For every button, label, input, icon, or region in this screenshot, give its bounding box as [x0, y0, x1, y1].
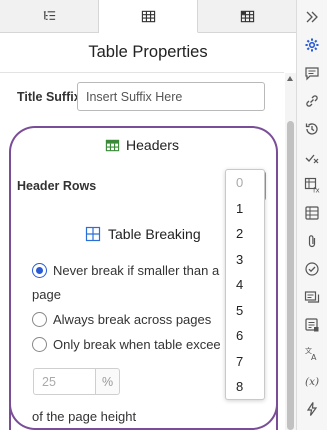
page-title: Table Properties	[0, 33, 284, 73]
break-option-always[interactable]: Always break across pages	[32, 312, 232, 327]
dropdown-option[interactable]: 5	[226, 298, 264, 324]
percent-unit: %	[95, 368, 120, 395]
svg-text:fx: fx	[313, 187, 320, 194]
radio-never-break[interactable]	[32, 263, 47, 278]
table-icon[interactable]	[304, 205, 320, 221]
track-changes-icon[interactable]	[304, 149, 320, 165]
break-option-never[interactable]: Never break if smaller than a	[32, 263, 232, 278]
dropdown-option[interactable]: 7	[226, 349, 264, 375]
table-icon	[141, 10, 155, 22]
dropdown-option[interactable]: 1	[226, 196, 264, 222]
dropdown-option[interactable]: 3	[226, 247, 264, 273]
title-suffix-label: Title Suffix	[17, 90, 81, 104]
radio-only-break[interactable]	[32, 337, 47, 352]
headers-heading-label: Headers	[126, 137, 179, 153]
lightning-icon[interactable]	[304, 401, 320, 417]
header-rows-label: Header Rows	[17, 179, 97, 193]
tab-outline[interactable]	[0, 0, 99, 32]
cards-icon[interactable]	[304, 289, 320, 305]
table-breaking-heading: Table Breaking	[85, 226, 201, 242]
formula-icon[interactable]: fx	[304, 177, 320, 193]
outline-list-icon	[43, 10, 55, 20]
gear-icon[interactable]	[304, 37, 320, 53]
tab-cells[interactable]	[198, 0, 296, 32]
table-break-icon	[85, 226, 101, 242]
headers-heading: Headers	[0, 137, 284, 153]
break-option-exceeds-label: Only break when table excee	[53, 337, 221, 352]
dropdown-option[interactable]: 0	[226, 170, 264, 196]
dropdown-option[interactable]: 6	[226, 323, 264, 349]
comment-icon[interactable]	[304, 65, 320, 81]
tab-strip	[0, 0, 296, 33]
variable-icon[interactable]: (x)	[304, 373, 320, 389]
dropdown-option[interactable]: 8	[226, 374, 264, 399]
svg-text:(x): (x)	[305, 376, 319, 388]
double-chevron-right-icon[interactable]	[304, 9, 320, 25]
table-header-icon	[105, 139, 120, 151]
percent-input[interactable]: 25	[33, 368, 95, 395]
scroll-up-arrow-icon[interactable]	[287, 76, 293, 81]
tab-table[interactable]	[99, 0, 198, 33]
title-suffix-input[interactable]	[77, 82, 265, 111]
header-rows-dropdown: 0 1 2 3 4 5 6 7 8	[225, 169, 265, 400]
break-option-always-label: Always break across pages	[53, 312, 212, 327]
attachment-icon[interactable]	[304, 233, 320, 249]
break-option-exceeds[interactable]: Only break when table excee	[32, 337, 232, 352]
history-icon[interactable]	[304, 121, 320, 137]
link-icon[interactable]	[304, 93, 320, 109]
dropdown-option[interactable]: 4	[226, 272, 264, 298]
break-option-never-label: Never break if smaller than a	[53, 263, 220, 278]
translate-icon[interactable]: 文A	[304, 345, 320, 361]
table-breaking-label: Table Breaking	[108, 226, 201, 242]
check-circle-icon[interactable]	[304, 261, 320, 277]
note-icon[interactable]	[304, 317, 320, 333]
dropdown-option[interactable]: 2	[226, 221, 264, 247]
page-height-text: of the page height	[32, 409, 137, 424]
break-option-never-wrap: page	[32, 287, 61, 302]
scrollbar-thumb[interactable]	[287, 121, 294, 430]
table-cells-icon	[240, 10, 254, 22]
radio-always-break[interactable]	[32, 312, 47, 327]
svg-text:A: A	[311, 353, 317, 361]
